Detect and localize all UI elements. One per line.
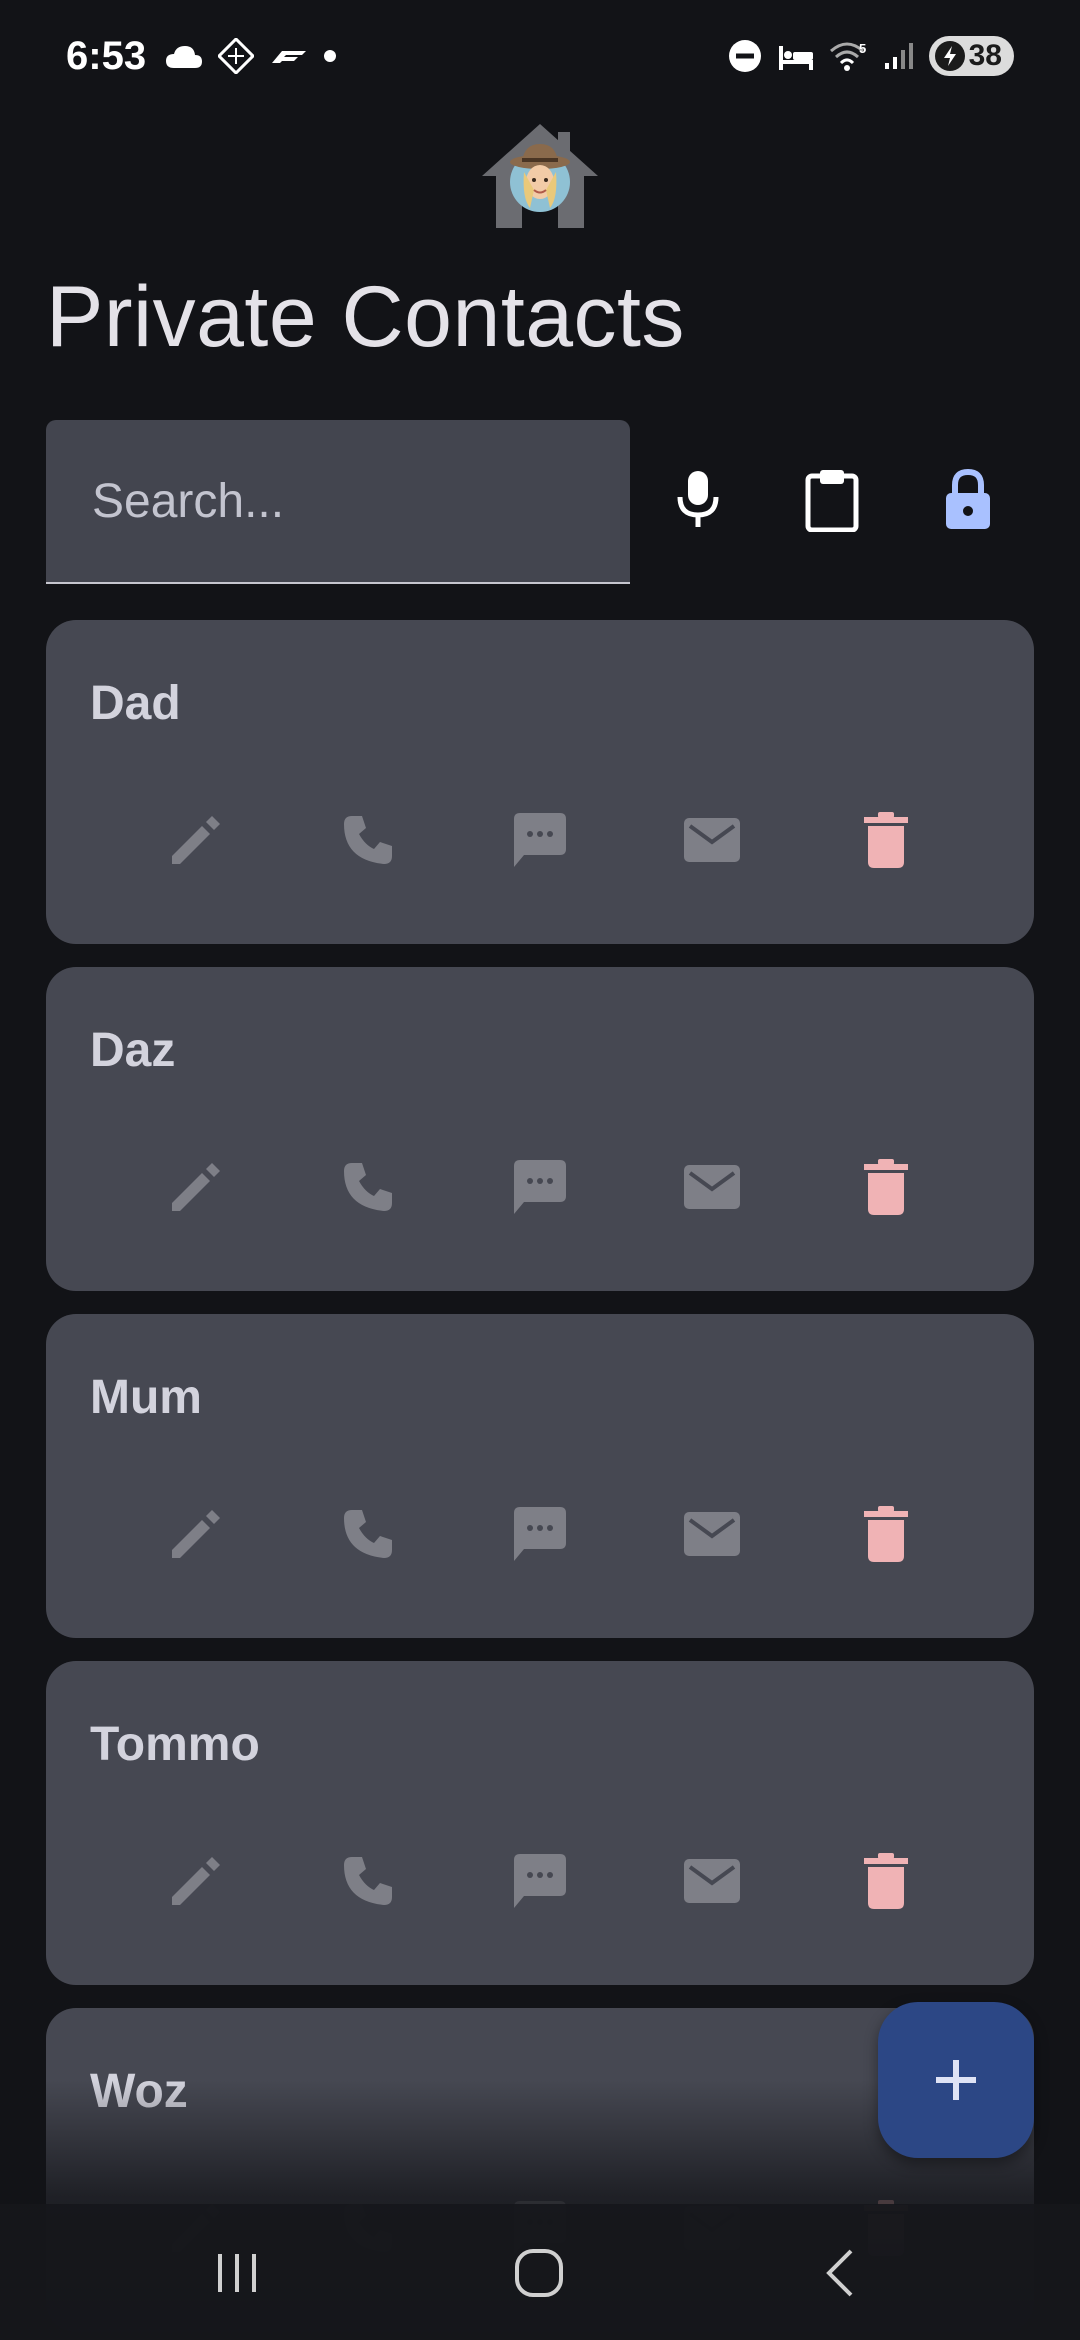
contact-card[interactable]: Tommo: [46, 1661, 1034, 1985]
microphone-icon[interactable]: [660, 462, 736, 538]
back-icon[interactable]: [796, 2228, 886, 2318]
contact-name: Tommo: [90, 1718, 260, 1771]
recent-apps-icon[interactable]: [192, 2228, 282, 2318]
contact-actions: [46, 1841, 1034, 1921]
system-nav-bar: [0, 2204, 1080, 2340]
contact-card[interactable]: Mum: [46, 1314, 1034, 1638]
edit-icon[interactable]: [156, 1494, 236, 1574]
edit-icon[interactable]: [156, 1841, 236, 1921]
contact-actions: [46, 1147, 1034, 1227]
email-icon[interactable]: [672, 800, 752, 880]
message-icon[interactable]: [500, 800, 580, 880]
signal-icon: [884, 43, 913, 69]
lock-icon[interactable]: [930, 462, 1006, 538]
contact-card[interactable]: Dad: [46, 620, 1034, 944]
app-notification-icon: [218, 38, 254, 74]
charging-bolt-icon: [934, 41, 965, 71]
battery-indicator: 38: [928, 36, 1014, 76]
add-contact-button[interactable]: [878, 2002, 1034, 2158]
do-not-disturb-icon: [728, 40, 761, 72]
contact-actions: [46, 800, 1034, 880]
phone-icon[interactable]: [328, 1494, 408, 1574]
phone-icon[interactable]: [328, 800, 408, 880]
email-icon[interactable]: [672, 1841, 752, 1921]
search-field[interactable]: [46, 420, 630, 584]
sleep-mode-icon: [778, 46, 813, 70]
edit-icon[interactable]: [156, 800, 236, 880]
contact-name: Mum: [90, 1371, 202, 1424]
network-type-label: 5: [859, 41, 866, 56]
delete-icon[interactable]: [846, 1147, 926, 1227]
more-notifications-dot-icon: [324, 50, 336, 62]
battery-level: 38: [968, 39, 1002, 72]
wifi-icon: 5: [829, 41, 866, 71]
search-input[interactable]: [90, 468, 594, 534]
cloud-icon: [166, 46, 202, 68]
phone-icon[interactable]: [328, 1841, 408, 1921]
status-notification-icons: [164, 38, 338, 74]
phone-icon[interactable]: [328, 1147, 408, 1227]
contact-name: Woz: [90, 2065, 188, 2118]
message-icon[interactable]: [500, 1841, 580, 1921]
contact-name: Dad: [90, 677, 181, 730]
plus-icon: [936, 2060, 976, 2100]
house-avatar-icon: [476, 120, 604, 230]
screen: 6:53 5 38 Private Contacts Search... Dad…: [0, 0, 1080, 2340]
status-bar: 6:53 5 38: [0, 0, 1080, 120]
clipboard-icon[interactable]: [794, 462, 870, 538]
message-icon[interactable]: [500, 1147, 580, 1227]
page-title: Private Contacts: [46, 269, 685, 365]
home-icon[interactable]: [494, 2228, 584, 2318]
contact-actions: [46, 1494, 1034, 1574]
f1-icon: [272, 51, 306, 63]
contact-name: Daz: [90, 1024, 176, 1077]
contact-card[interactable]: Daz: [46, 967, 1034, 1291]
email-icon[interactable]: [672, 1147, 752, 1227]
edit-icon[interactable]: [156, 1147, 236, 1227]
email-icon[interactable]: [672, 1494, 752, 1574]
delete-icon[interactable]: [846, 800, 926, 880]
delete-icon[interactable]: [846, 1841, 926, 1921]
delete-icon[interactable]: [846, 1494, 926, 1574]
status-system-icons: 5 38: [727, 36, 1014, 76]
message-icon[interactable]: [500, 1494, 580, 1574]
status-time: 6:53: [66, 34, 147, 78]
